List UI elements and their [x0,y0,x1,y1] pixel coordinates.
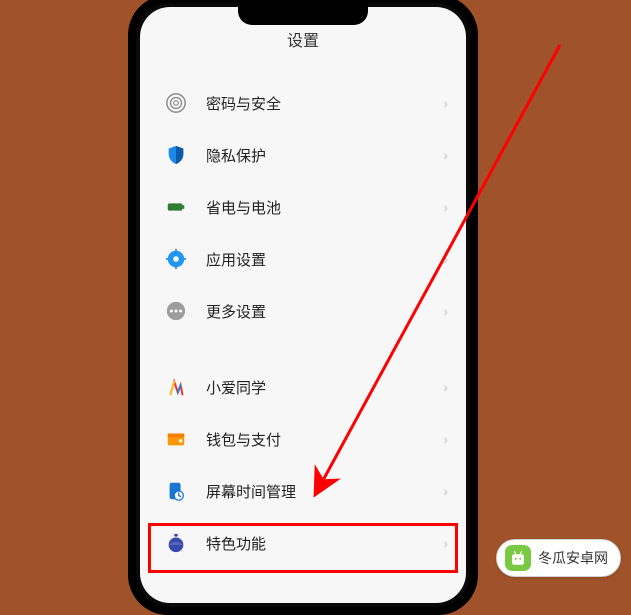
settings-item-more[interactable]: 更多设置 › [140,285,466,337]
settings-item-battery[interactable]: 省电与电池 › [140,181,466,233]
shield-icon [164,143,188,167]
settings-item-privacy[interactable]: 隐私保护 › [140,129,466,181]
settings-item-apps[interactable]: 应用设置 › [140,233,466,285]
settings-item-label: 密码与安全 [206,93,443,114]
chevron-right-icon: › [443,147,448,163]
settings-item-screentime[interactable]: 屏幕时间管理 › [140,465,466,517]
settings-item-label: 特色功能 [206,533,443,554]
chevron-right-icon: › [443,483,448,499]
settings-item-label: 屏幕时间管理 [206,481,443,502]
phone-notch [238,3,368,25]
settings-item-label: 省电与电池 [206,197,443,218]
settings-item-label: 钱包与支付 [206,429,443,450]
settings-item-label: 应用设置 [206,249,443,270]
features-icon [164,531,188,555]
watermark-icon [505,545,531,571]
chevron-right-icon: › [443,303,448,319]
page-title: 设置 [287,27,319,51]
settings-item-xiaoai[interactable]: 小爱同学 › [140,361,466,413]
settings-item-label: 更多设置 [206,301,443,322]
chevron-right-icon: › [443,251,448,267]
phone-screen: 设置 密码与安全 › 隐私保护 › [140,7,466,603]
settings-list: 密码与安全 › 隐私保护 › 省电与电池 › [140,57,466,569]
watermark: 冬瓜安卓网 [496,539,621,577]
chevron-right-icon: › [443,199,448,215]
watermark-text: 冬瓜安卓网 [538,548,608,568]
screentime-icon [164,479,188,503]
dots-icon [164,299,188,323]
settings-item-label: 隐私保护 [206,145,443,166]
phone-bezel: 设置 密码与安全 › 隐私保护 › [136,3,470,607]
wallet-icon [164,427,188,451]
chevron-right-icon: › [443,379,448,395]
xiaoai-icon [164,375,188,399]
settings-item-password-security[interactable]: 密码与安全 › [140,77,466,129]
settings-item-label: 小爱同学 [206,377,443,398]
gear-icon [164,247,188,271]
section-gap [140,337,466,361]
chevron-right-icon: › [443,535,448,551]
settings-item-features[interactable]: 特色功能 › [140,517,466,569]
battery-icon [164,195,188,219]
chevron-right-icon: › [443,431,448,447]
settings-item-wallet[interactable]: 钱包与支付 › [140,413,466,465]
chevron-right-icon: › [443,95,448,111]
phone-frame: 设置 密码与安全 › 隐私保护 › [128,0,478,615]
fingerprint-icon [164,91,188,115]
